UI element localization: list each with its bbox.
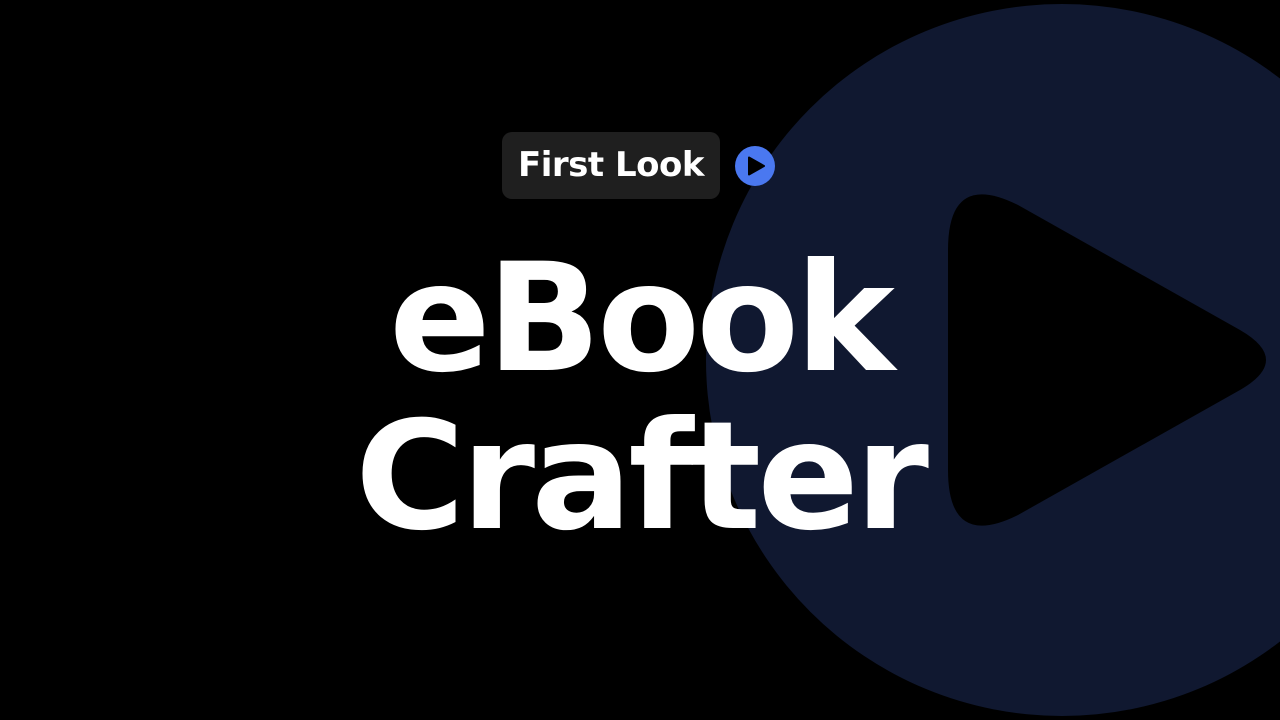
first-look-badge: First Look [502,132,720,199]
title-line-1: eBook [389,232,895,406]
hero-title: eBook Crafter [0,240,1280,556]
title-line-2: Crafter [355,390,929,564]
play-icon[interactable] [734,145,775,186]
first-look-badge-row: First Look [502,132,775,199]
hero-slide: First Look eBook Crafter [0,0,1280,720]
